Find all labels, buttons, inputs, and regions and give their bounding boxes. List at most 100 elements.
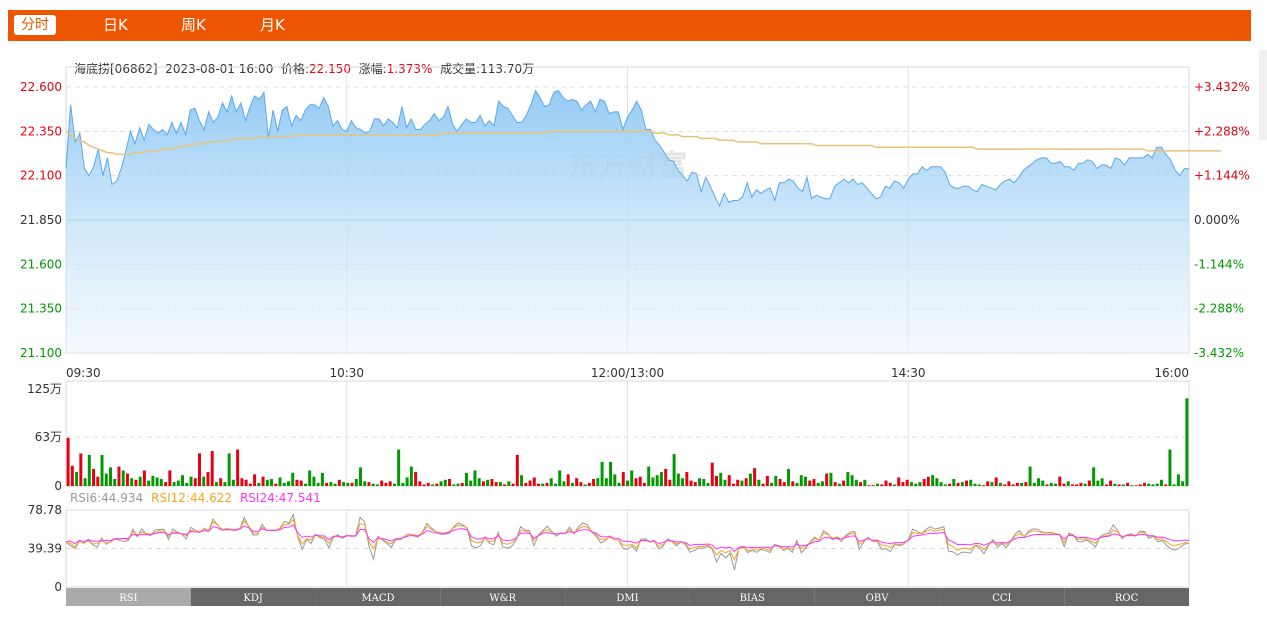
volume-bar bbox=[668, 479, 672, 486]
volume-bar bbox=[617, 482, 621, 486]
volume-bar bbox=[723, 479, 727, 486]
volume-bar bbox=[799, 475, 803, 486]
volume-bar bbox=[626, 480, 629, 486]
volume-bar bbox=[727, 475, 731, 486]
volume-bar bbox=[702, 479, 706, 486]
volume-bar bbox=[354, 479, 358, 486]
indicator-tab-label: DMI bbox=[616, 593, 638, 604]
volume-bar bbox=[740, 480, 744, 486]
volume-bar bbox=[642, 482, 646, 486]
volume-bar bbox=[325, 482, 329, 486]
volume-bar bbox=[494, 482, 498, 486]
volume-bar bbox=[1092, 467, 1096, 486]
volume-bar bbox=[181, 475, 185, 486]
volume-bar bbox=[715, 475, 718, 486]
volume-bar bbox=[1109, 480, 1113, 486]
volume-bar bbox=[113, 479, 117, 486]
volume-bar bbox=[1100, 478, 1104, 486]
volume-bar bbox=[1087, 480, 1091, 486]
volume-bar bbox=[253, 474, 257, 486]
volume-bar bbox=[914, 483, 918, 486]
volume-bar bbox=[876, 483, 880, 486]
volume-bar bbox=[308, 470, 312, 486]
volume-bar bbox=[155, 477, 159, 486]
volume-bar bbox=[532, 477, 536, 486]
volume-bar bbox=[1045, 484, 1049, 486]
volume-bar bbox=[782, 482, 786, 486]
volume-bar bbox=[75, 472, 79, 486]
indicator-tab-label: CCI bbox=[992, 593, 1011, 604]
volume-bar bbox=[609, 461, 613, 486]
volume-bar bbox=[426, 482, 430, 486]
volume-bar bbox=[795, 482, 799, 486]
volume-bar bbox=[329, 482, 333, 486]
volume-bar bbox=[1020, 482, 1024, 486]
volume-bar bbox=[295, 479, 299, 486]
price-y-tick-label: 21.600 bbox=[20, 257, 62, 271]
volume-bar bbox=[456, 483, 460, 486]
volume-bar bbox=[1164, 484, 1168, 486]
volume-bar bbox=[176, 480, 180, 486]
volume-bar bbox=[1134, 485, 1138, 486]
volume-bar bbox=[850, 475, 854, 486]
volume-bar bbox=[104, 473, 108, 486]
volume-bar bbox=[956, 482, 960, 486]
time-x-tick-label: 16:00 bbox=[1154, 366, 1189, 380]
volume-bar bbox=[689, 480, 693, 486]
volume-y-tick-label: 63万 bbox=[35, 430, 62, 444]
rsi-legend-item: RSI24:47.541 bbox=[240, 491, 321, 505]
volume-bar bbox=[575, 478, 579, 486]
volume-bar bbox=[333, 483, 337, 486]
volume-bar bbox=[1041, 480, 1045, 486]
indicator-tab-label: KDJ bbox=[243, 593, 263, 604]
indicator-tab-label: OBV bbox=[866, 593, 890, 604]
volume-bar bbox=[939, 482, 943, 486]
volume-bar bbox=[520, 475, 524, 486]
volume-bar bbox=[837, 483, 841, 486]
rsi-legend-item: RSI6:44.934 bbox=[70, 491, 143, 505]
volume-bar bbox=[350, 482, 354, 486]
volume-bar bbox=[1138, 484, 1142, 486]
volume-bar bbox=[363, 481, 367, 486]
rsi-y-tick-label: 0 bbox=[54, 580, 62, 594]
volume-bar bbox=[371, 483, 375, 486]
volume-bar bbox=[884, 480, 888, 486]
volume-bar bbox=[151, 475, 155, 486]
volume-bar bbox=[630, 470, 634, 486]
volume-bar bbox=[257, 482, 261, 486]
volume-bar bbox=[791, 481, 795, 486]
volume-bar bbox=[66, 437, 70, 486]
volume-bar bbox=[553, 483, 557, 486]
volume-bar bbox=[498, 482, 502, 486]
volume-bar bbox=[935, 478, 939, 486]
volume-bar bbox=[825, 473, 829, 486]
volume-bar bbox=[820, 481, 824, 486]
price-area-fill bbox=[66, 90, 1189, 354]
volume-bar bbox=[969, 479, 973, 486]
volume-bar bbox=[261, 476, 265, 486]
volume-bar bbox=[952, 479, 956, 486]
volume-bar bbox=[388, 481, 392, 486]
volume-bar bbox=[1113, 483, 1117, 486]
indicator-tab-label: BIAS bbox=[740, 593, 766, 604]
volume-bar bbox=[392, 483, 396, 486]
volume-bar bbox=[367, 482, 371, 486]
volume-bar bbox=[439, 481, 443, 486]
percent-y-tick-label: -1.144% bbox=[1194, 257, 1244, 271]
volume-bar bbox=[1032, 482, 1036, 486]
stock-chart: 22.600 +3.432% 22.350 +2.288% 22.100 +1.144% 2… bbox=[20, 66, 1250, 606]
volume-bar bbox=[1176, 474, 1180, 486]
volume-bar bbox=[1159, 479, 1163, 486]
volume-bar bbox=[922, 479, 926, 486]
volume-bar bbox=[583, 484, 587, 486]
volume-bar bbox=[282, 482, 286, 486]
volume-bar bbox=[130, 478, 134, 486]
volume-bar bbox=[219, 478, 223, 486]
volume-bar bbox=[1083, 483, 1087, 486]
volume-bar bbox=[770, 482, 774, 486]
volume-bar bbox=[236, 449, 240, 486]
volume-bar bbox=[1126, 482, 1130, 486]
volume-bar bbox=[909, 482, 913, 486]
price-y-tick-label: 22.100 bbox=[20, 169, 62, 183]
volume-bar bbox=[248, 483, 252, 486]
